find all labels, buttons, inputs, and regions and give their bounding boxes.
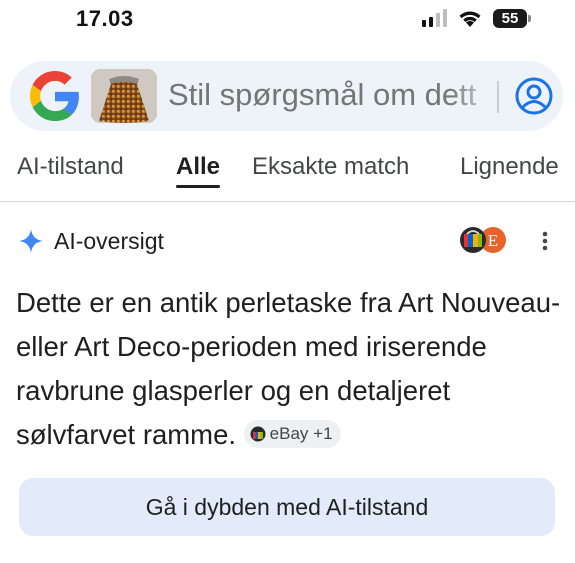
ebay-icon xyxy=(250,426,266,442)
source-chip-label: eBay +1 xyxy=(269,423,333,443)
search-input[interactable] xyxy=(168,75,493,115)
beaded-bag-thumbnail[interactable] xyxy=(91,69,157,123)
source-favicons[interactable]: E xyxy=(459,226,507,254)
status-time: 17.03 xyxy=(76,6,134,31)
status-bar: 17.03 55 xyxy=(0,0,575,40)
tab-all[interactable]: Alle xyxy=(176,153,220,181)
wifi-icon xyxy=(459,11,481,27)
ai-overview-header: AI-oversigt xyxy=(18,226,164,256)
source-chip[interactable]: eBay +1 xyxy=(243,419,341,448)
sparkle-icon xyxy=(19,229,43,253)
account-icon[interactable] xyxy=(514,76,554,116)
search-bar[interactable] xyxy=(10,61,563,131)
battery-icon: 55 xyxy=(493,8,531,28)
active-tab-indicator xyxy=(176,185,220,188)
signal-icon xyxy=(422,9,447,27)
result-tabs: AI-tilstand Alle Eksakte match Lignende xyxy=(0,147,575,202)
svg-text:E: E xyxy=(488,231,498,250)
ai-overview-title: AI-oversigt xyxy=(54,227,164,254)
tab-ai-mode[interactable]: AI-tilstand xyxy=(17,153,124,181)
ai-overview-summary: Dette er en antik perletaske fra Art Nou… xyxy=(16,281,561,457)
tab-exact-match[interactable]: Eksakte match xyxy=(252,153,409,181)
status-icons: 55 xyxy=(422,8,531,28)
google-logo xyxy=(30,71,79,121)
search-fade xyxy=(450,71,500,121)
more-options-icon[interactable] xyxy=(535,229,555,255)
battery-level: 55 xyxy=(501,9,519,27)
tab-similar[interactable]: Lignende xyxy=(460,153,559,181)
deep-dive-ai-mode-button[interactable]: Gå i dybden med AI-tilstand xyxy=(19,478,555,536)
text-cursor xyxy=(497,81,499,113)
